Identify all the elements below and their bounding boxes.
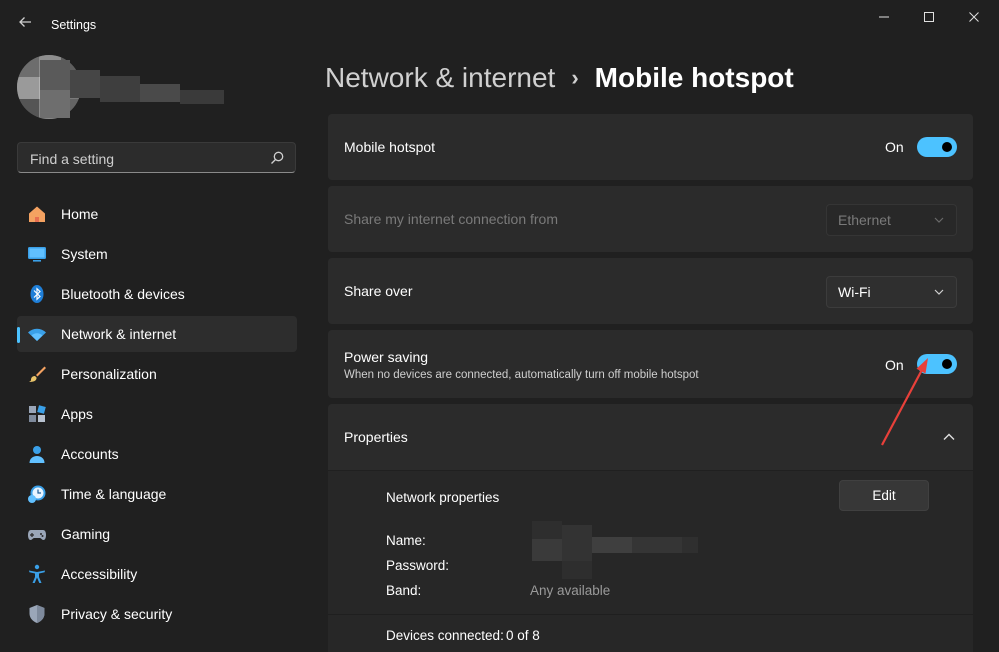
devices-connected-label: Devices connected: (386, 628, 504, 643)
clock-globe-icon (27, 484, 47, 504)
divider (328, 614, 973, 615)
app-title: Settings (51, 18, 97, 32)
title-bar: Settings (0, 0, 999, 50)
sidebar-item-label: Network & internet (61, 326, 177, 342)
person-icon (27, 444, 47, 464)
sidebar-nav: Home System Bluetooth & devices Network … (17, 196, 297, 636)
sidebar-item-personalization[interactable]: Personalization (17, 356, 297, 392)
power-saving-label: Power saving (344, 349, 429, 365)
properties-title: Properties (344, 429, 408, 445)
sidebar-item-home[interactable]: Home (17, 196, 297, 232)
password-label: Password: (386, 558, 450, 573)
chevron-down-icon (934, 289, 944, 295)
network-properties-heading: Network properties (386, 490, 500, 505)
bluetooth-icon (27, 284, 47, 304)
mobile-hotspot-card: Mobile hotspot On (328, 114, 973, 180)
sidebar-item-label: Gaming (61, 526, 111, 542)
monitor-icon (27, 244, 47, 264)
shield-icon (27, 604, 47, 624)
network-credentials-redacted (518, 521, 698, 579)
sidebar-item-label: Personalization (61, 366, 157, 382)
sidebar-item-accounts[interactable]: Accounts (17, 436, 297, 472)
search-icon[interactable] (269, 150, 285, 166)
breadcrumb: Network & internet › Mobile hotspot (325, 58, 794, 98)
sidebar-item-privacy[interactable]: Privacy & security (17, 596, 297, 632)
back-arrow-icon[interactable] (14, 14, 36, 36)
breadcrumb-separator: › (571, 65, 579, 90)
properties-content: Network properties Edit Name: Password: … (328, 471, 973, 652)
mobile-hotspot-label: Mobile hotspot (344, 139, 436, 155)
mobile-hotspot-toggle[interactable] (917, 137, 957, 157)
home-icon (27, 204, 47, 224)
page-title: Mobile hotspot (594, 62, 794, 93)
wifi-icon (27, 324, 47, 344)
sidebar-item-bluetooth[interactable]: Bluetooth & devices (17, 276, 297, 312)
share-over-value: Wi-Fi (838, 284, 871, 300)
close-icon[interactable] (951, 6, 997, 30)
power-saving-state: On (885, 357, 904, 373)
sidebar-item-label: Home (61, 206, 99, 222)
sidebar-item-accessibility[interactable]: Accessibility (17, 556, 297, 592)
accessibility-icon (27, 564, 47, 584)
gamepad-icon (27, 524, 47, 544)
search-input[interactable] (28, 149, 262, 169)
band-value: Any available (530, 583, 611, 598)
edit-button[interactable]: Edit (839, 480, 929, 511)
sidebar-item-time-language[interactable]: Time & language (17, 476, 297, 512)
sidebar-item-gaming[interactable]: Gaming (17, 516, 297, 552)
share-over-dropdown[interactable]: Wi-Fi (826, 276, 957, 308)
sidebar-item-label: Apps (61, 406, 93, 422)
band-label: Band: (386, 583, 422, 598)
share-over-label: Share over (344, 283, 413, 299)
devices-connected-value: 0 of 8 (506, 628, 540, 643)
share-from-dropdown[interactable]: Ethernet (826, 204, 957, 236)
name-label: Name: (386, 533, 426, 548)
sidebar-item-label: Privacy & security (61, 606, 173, 622)
sidebar-item-network[interactable]: Network & internet (17, 316, 297, 352)
sidebar-item-label: Bluetooth & devices (61, 286, 185, 302)
minimize-icon[interactable] (861, 6, 907, 30)
power-saving-toggle[interactable] (917, 354, 957, 374)
breadcrumb-parent[interactable]: Network & internet (325, 62, 555, 94)
mobile-hotspot-state: On (885, 139, 904, 155)
properties-expander[interactable]: Properties (328, 404, 973, 470)
power-saving-description: When no devices are connected, automatic… (344, 369, 699, 381)
sidebar-item-label: Accounts (61, 446, 119, 462)
apps-icon (27, 404, 47, 424)
sidebar-item-label: Accessibility (61, 566, 138, 582)
profile-name-redacted (40, 60, 230, 118)
maximize-icon[interactable] (906, 6, 952, 30)
sidebar-item-apps[interactable]: Apps (17, 396, 297, 432)
chevron-up-icon[interactable] (942, 432, 956, 442)
sidebar-item-label: Time & language (61, 486, 167, 502)
share-from-value: Ethernet (838, 212, 891, 228)
share-from-label: Share my internet connection from (344, 211, 558, 227)
chevron-down-icon (934, 217, 944, 223)
search-box[interactable] (17, 142, 296, 173)
share-over-card: Share over Wi-Fi (328, 258, 973, 324)
sidebar-item-label: System (61, 246, 108, 262)
power-saving-card: Power saving When no devices are connect… (328, 330, 973, 398)
sidebar-item-system[interactable]: System (17, 236, 297, 272)
share-from-card: Share my internet connection from Ethern… (328, 186, 973, 252)
brush-icon (27, 364, 47, 384)
